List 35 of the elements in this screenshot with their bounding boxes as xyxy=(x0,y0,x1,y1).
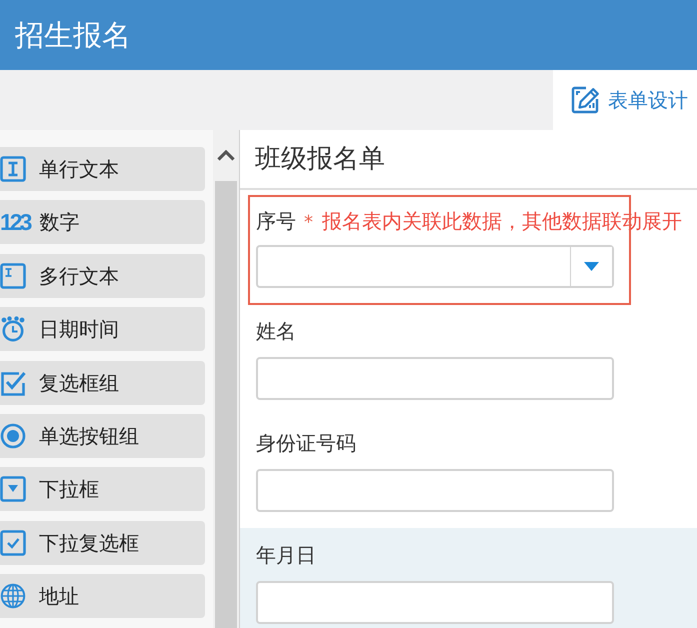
palette-item[interactable]: 单选按钮组 xyxy=(0,414,205,458)
palette-item[interactable]: 单行文本 xyxy=(0,147,205,191)
palette-item[interactable]: 123 数字 xyxy=(0,200,205,244)
dropdown-button[interactable] xyxy=(570,247,612,286)
checkbox-icon xyxy=(0,370,26,396)
scrollbar-thumb[interactable] xyxy=(215,181,237,628)
text-box-icon xyxy=(0,262,26,289)
palette-item[interactable]: 下拉复选框 xyxy=(0,520,205,565)
input-field[interactable] xyxy=(256,581,614,624)
checkbox-icon xyxy=(0,530,26,556)
required-mark: * xyxy=(304,211,313,235)
palette-item[interactable]: 下拉框 xyxy=(0,467,205,512)
field-label: 姓名 xyxy=(256,318,296,345)
palette-item[interactable]: 复选框组 xyxy=(0,360,205,405)
radio-icon xyxy=(0,422,26,449)
select-field[interactable] xyxy=(256,245,614,288)
form-title: 班级报名单 xyxy=(255,142,385,176)
alarm-clock-icon xyxy=(0,316,26,342)
palette-item[interactable]: 地址 xyxy=(0,574,205,618)
dropdown-icon xyxy=(0,476,26,502)
field-label: 年月日 xyxy=(256,542,316,569)
edit-pencil-icon xyxy=(570,85,600,115)
field-label: 身份证号码 xyxy=(256,430,356,457)
field-label: 序号 xyxy=(256,208,296,235)
input-field[interactable] xyxy=(256,469,614,512)
palette-item[interactable]: 日期时间 xyxy=(0,307,205,352)
globe-icon xyxy=(0,583,26,610)
form-design-tab[interactable]: 表单设计 xyxy=(553,70,697,130)
page-title: 招生报名 xyxy=(15,18,131,52)
caret-down-icon xyxy=(584,262,599,271)
input-field[interactable] xyxy=(256,357,614,400)
palette-item[interactable]: 多行文本 xyxy=(0,254,205,298)
text-box-icon xyxy=(0,156,26,182)
number-symbol: 123 xyxy=(0,210,30,234)
chevron-up-icon xyxy=(217,150,235,161)
